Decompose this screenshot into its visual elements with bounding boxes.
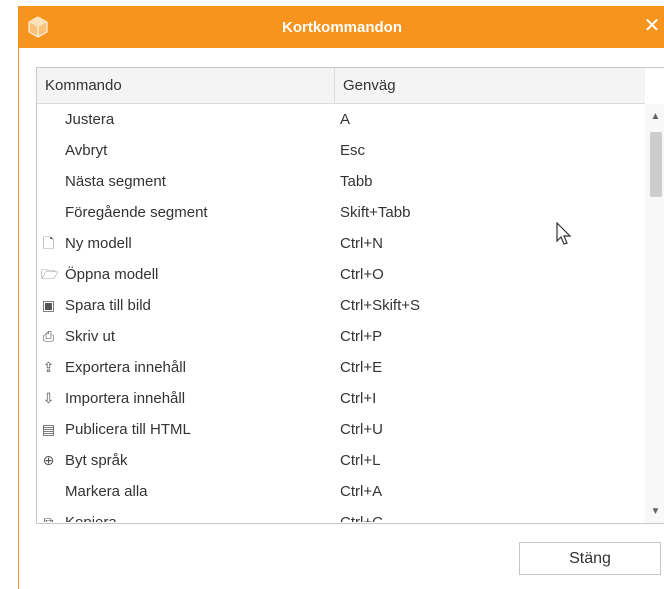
open-model-icon: 🗁 — [41, 266, 59, 282]
command-label: Öppna modell — [65, 266, 159, 283]
shortcut-label: Ctrl+C — [340, 514, 383, 522]
command-label: Föregående segment — [65, 204, 208, 221]
printer-icon: ⎙ — [42, 328, 55, 344]
table-row[interactable]: 🗋 Ny modell Ctrl+N — [37, 228, 645, 259]
table-row[interactable]: Markera alla Ctrl+A — [37, 476, 645, 507]
mouse-pointer-icon — [556, 222, 572, 245]
command-label: Markera alla — [65, 483, 148, 500]
shortcut-label: Ctrl+I — [340, 390, 377, 407]
table-row[interactable]: Justera A — [37, 104, 645, 135]
shortcut-label: Ctrl+L — [340, 452, 381, 469]
table-header: Kommando Genväg — [37, 68, 645, 104]
shortcut-label: Ctrl+P — [340, 328, 383, 345]
shortcut-label: Ctrl+A — [340, 483, 383, 500]
table-row[interactable]: ⎙ Skriv ut Ctrl+P — [37, 321, 645, 352]
shortcut-label: Esc — [340, 142, 366, 159]
save-image-icon: ▣ — [41, 297, 56, 313]
scroll-thumb[interactable] — [650, 132, 662, 197]
shortcut-label: A — [340, 111, 351, 128]
shortcuts-table: Kommando Genväg Justera A Avbryt Esc Nästa s… — [36, 67, 664, 524]
shortcut-label: Ctrl+U — [340, 421, 383, 438]
table-row[interactable]: Föregående segment Skift+Tabb — [37, 197, 645, 228]
dialog-title: Kortkommandon — [282, 19, 402, 36]
table-row[interactable]: 🗁 Öppna modell Ctrl+O — [37, 259, 645, 290]
close-button[interactable]: Stäng — [519, 542, 661, 575]
table-row[interactable]: ⇪ Exportera innehåll Ctrl+E — [37, 352, 645, 383]
command-label: Exportera innehåll — [65, 359, 186, 376]
command-label: Kopiera — [65, 514, 117, 522]
command-label: Publicera till HTML — [65, 421, 191, 438]
command-label: Skriv ut — [65, 328, 116, 345]
command-label: Avbryt — [65, 142, 108, 159]
shortcuts-dialog: Kortkommandon ✕ Kommando Genväg Justera A… — [18, 6, 664, 589]
command-label: Spara till bild — [65, 297, 151, 314]
command-label: Importera innehåll — [65, 390, 186, 407]
column-header-shortcut[interactable]: Genväg — [335, 68, 645, 103]
scroll-down-arrow-icon[interactable]: ▼ — [645, 503, 664, 521]
table-row[interactable]: ▤ Publicera till HTML Ctrl+U — [37, 414, 645, 445]
table-body: Justera A Avbryt Esc Nästa segment Tabb Föregå… — [37, 104, 645, 522]
command-label: Byt språk — [65, 452, 128, 469]
table-row[interactable]: ⇩ Importera innehåll Ctrl+I — [37, 383, 645, 414]
command-label: Nästa segment — [65, 173, 166, 190]
table-row[interactable]: ▣ Spara till bild Ctrl+Skift+S — [37, 290, 645, 321]
shortcut-label: Ctrl+N — [340, 235, 383, 252]
title-bar[interactable]: Kortkommandon ✕ — [19, 6, 664, 48]
table-row[interactable]: Nästa segment Tabb — [37, 166, 645, 197]
copy-icon: ⧉ — [43, 514, 54, 523]
scroll-up-arrow-icon[interactable]: ▲ — [645, 108, 664, 126]
shortcut-label: Skift+Tabb — [340, 204, 411, 221]
shortcut-label: Ctrl+O — [340, 266, 384, 283]
command-label: Justera — [65, 111, 115, 128]
publish-html-icon: ▤ — [41, 421, 56, 437]
vertical-scrollbar[interactable]: ▲ ▼ — [645, 104, 664, 523]
command-label: Ny modell — [65, 235, 132, 252]
globe-icon: ⊕ — [42, 452, 55, 468]
export-icon: ⇪ — [42, 359, 55, 375]
import-icon: ⇩ — [42, 390, 55, 406]
new-model-icon: 🗋 — [42, 235, 55, 251]
table-row[interactable]: ⊕ Byt språk Ctrl+L — [37, 445, 645, 476]
shortcut-label: Tabb — [340, 173, 373, 190]
table-row[interactable]: ⧉ Kopiera Ctrl+C — [37, 507, 645, 522]
table-row[interactable]: Avbryt Esc — [37, 135, 645, 166]
close-icon[interactable]: ✕ — [641, 15, 663, 37]
column-header-command[interactable]: Kommando — [37, 68, 335, 103]
shortcut-label: Ctrl+Skift+S — [340, 297, 421, 314]
shortcut-label: Ctrl+E — [340, 359, 383, 376]
